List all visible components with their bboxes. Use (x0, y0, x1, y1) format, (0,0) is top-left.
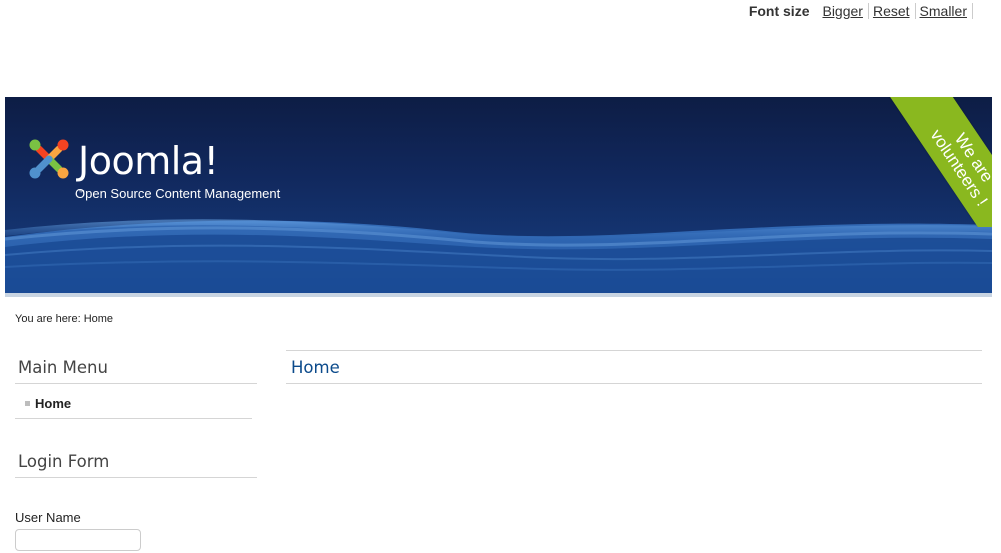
login-form-title: Login Form (15, 444, 257, 478)
font-smaller-link[interactable]: Smaller (916, 3, 973, 19)
main-menu-title: Main Menu (15, 350, 257, 384)
left-sidebar: Main Menu Home Login Form User Name (15, 350, 257, 551)
font-reset-link[interactable]: Reset (869, 3, 916, 19)
volunteers-ribbon: We are volunteers ! (862, 97, 992, 227)
logo-wordmark: Joomla!™ (78, 139, 219, 199)
menu-item-label: Home (35, 396, 72, 411)
site-header-banner: Joomla!™ Open Source Content Management … (5, 97, 992, 293)
font-size-label: Font size (748, 3, 810, 19)
page-title: Home (291, 358, 340, 377)
username-input[interactable] (15, 529, 141, 551)
username-label: User Name (15, 510, 81, 525)
joomla-logo[interactable]: Joomla!™ (25, 135, 219, 198)
main-content-header: Home (286, 350, 982, 384)
menu-item-home[interactable]: Home (15, 390, 252, 419)
font-size-controls: Font size Bigger Reset Smaller (749, 3, 973, 19)
menu-bullet-icon (25, 401, 30, 406)
breadcrumb: You are here: Home (15, 313, 114, 325)
font-bigger-link[interactable]: Bigger (818, 3, 869, 19)
header-underline (5, 293, 992, 297)
site-tagline: Open Source Content Management (75, 186, 281, 201)
joomla-logo-icon (29, 139, 69, 179)
